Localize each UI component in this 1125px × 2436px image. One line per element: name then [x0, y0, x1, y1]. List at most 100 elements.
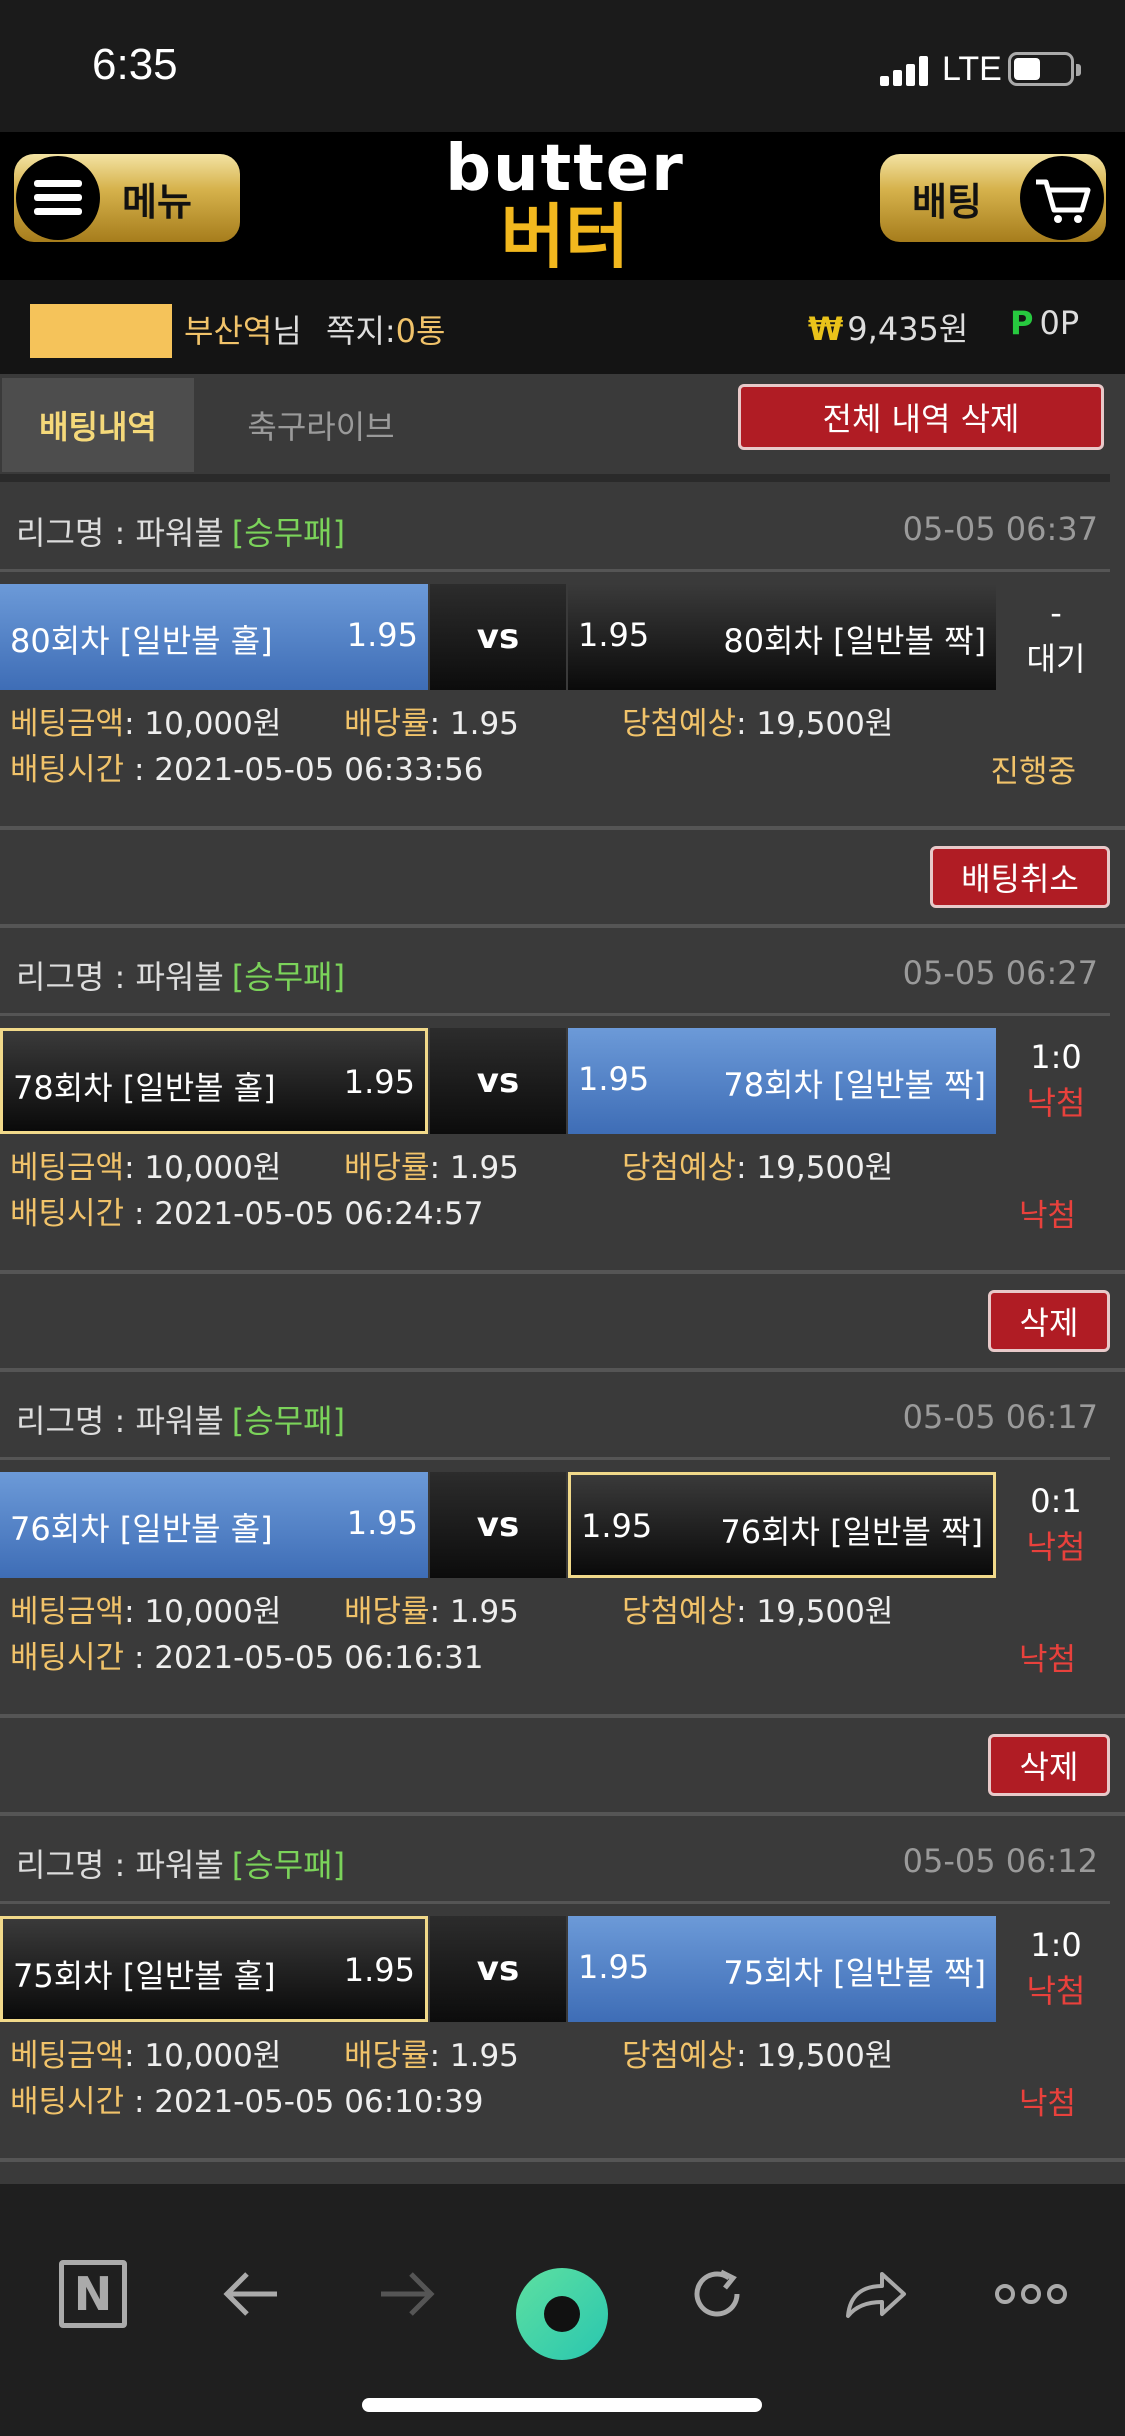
logo[interactable]: butter 버터	[420, 136, 710, 276]
home-pick: 78회차 [일반볼 홀] 1.95	[0, 1028, 428, 1134]
clock: 6:35	[92, 40, 178, 89]
result-cell: 1:0 낙첨	[996, 1916, 1116, 2022]
bet-info: 베팅금액: 10,000원 배당률: 1.95 당첨예상: 19,500원 배팅…	[10, 1594, 1076, 1678]
reload-button[interactable]	[672, 2254, 762, 2334]
bet-card: 리그명 : 파워볼 [승무패] 05-05 06:12 75회차 [일반볼 홀] 1…	[0, 1816, 1125, 2162]
league-row: 리그명 : 파워볼 [승무패] 05-05 06:37	[0, 484, 1110, 572]
share-icon	[846, 2272, 906, 2318]
hamburger-icon	[16, 156, 100, 240]
home-pick: 80회차 [일반볼 홀] 1.95	[0, 584, 428, 690]
vs-label: vs	[430, 584, 566, 690]
result-cell: 1:0 낙첨	[996, 1028, 1116, 1134]
cancel-bet-button[interactable]: 배팅취소	[930, 846, 1110, 908]
league-name: 파워볼	[135, 514, 224, 552]
vs-label: vs	[430, 1916, 566, 2022]
status-bar: 6:35 LTE	[0, 0, 1125, 132]
game-datetime: 05-05 06:37	[902, 510, 1098, 548]
league-row: 리그명 : 파워볼 [승무패] 05-05 06:27	[0, 928, 1110, 1016]
action-bar: 삭제	[0, 1274, 1125, 1372]
away-pick: 1.95 80회차 [일반볼 짝]	[568, 584, 996, 690]
bet-status: 낙첨	[1018, 1642, 1076, 1678]
forward-button[interactable]	[362, 2254, 452, 2334]
game-datetime: 05-05 06:17	[902, 1398, 1098, 1436]
bet-type: [승무패]	[231, 514, 346, 552]
green-dot-button[interactable]	[516, 2268, 608, 2360]
won-icon: ₩	[808, 310, 844, 348]
forward-arrow-icon	[381, 2272, 435, 2316]
battery-icon	[1008, 52, 1081, 86]
league-name: 파워볼	[135, 1846, 224, 1884]
more-icon	[995, 2284, 1067, 2304]
naver-home-button[interactable]: N	[48, 2254, 138, 2334]
result-status: 낙첨	[1026, 1084, 1086, 1122]
bet-status: 진행중	[990, 754, 1076, 790]
game-datetime: 05-05 06:27	[902, 954, 1098, 992]
result-status: 낙첨	[1026, 1528, 1086, 1566]
vs-label: vs	[430, 1028, 566, 1134]
logo-en: butter	[445, 132, 685, 206]
result-cell: - 대기	[996, 584, 1116, 690]
bet-card: 리그명 : 파워볼 [승무패] 05-05 06:37 80회차 [일반볼 홀] 1…	[0, 484, 1125, 830]
bet-status: 낙첨	[1018, 1198, 1076, 1234]
delete-button[interactable]: 삭제	[988, 1734, 1110, 1796]
bet-card: 리그명 : 파워볼 [승무패] 05-05 06:27 78회차 [일반볼 홀] 1…	[0, 928, 1125, 1274]
bet-type: [승무패]	[231, 1846, 346, 1884]
home-indicator[interactable]	[362, 2398, 762, 2412]
point-icon: P	[1010, 304, 1034, 342]
bet-type: [승무패]	[231, 1402, 346, 1440]
divider	[0, 474, 1110, 482]
menu-button[interactable]: 메뉴	[14, 154, 240, 242]
league-name: 파워볼	[135, 1402, 224, 1440]
result-cell: 0:1 낙첨	[996, 1472, 1116, 1578]
delete-button[interactable]: 삭제	[988, 1290, 1110, 1352]
naver-icon: N	[59, 2260, 127, 2328]
memo-link[interactable]: 쪽지:0통	[326, 306, 445, 352]
balance: ₩9,435원	[808, 310, 969, 348]
action-bar: 배팅취소	[0, 830, 1125, 928]
cart-icon	[1020, 156, 1104, 240]
league-row: 리그명 : 파워볼 [승무패] 05-05 06:12	[0, 1816, 1110, 1904]
score: 1:0	[1030, 1926, 1082, 1964]
delete-all-button[interactable]: 전체 내역 삭제	[738, 384, 1104, 450]
network-label: LTE	[942, 50, 1002, 88]
score: 0:1	[1030, 1482, 1082, 1520]
divider	[0, 2158, 1125, 2162]
home-pick: 75회차 [일반볼 홀] 1.95	[0, 1916, 428, 2022]
league-row: 리그명 : 파워볼 [승무패] 05-05 06:17	[0, 1372, 1110, 1460]
app-header: 메뉴 butter 버터 배팅	[0, 132, 1125, 280]
away-pick: 1.95 75회차 [일반볼 짝]	[568, 1916, 996, 2022]
user-bar: 부산역님 쪽지:0통 ₩9,435원 P 0P	[0, 280, 1125, 374]
game-datetime: 05-05 06:12	[902, 1842, 1098, 1880]
back-button[interactable]	[206, 2254, 296, 2334]
tab-bet-history[interactable]: 배팅내역	[2, 378, 194, 472]
away-pick: 1.95 78회차 [일반볼 짝]	[568, 1028, 996, 1134]
more-button[interactable]	[986, 2254, 1076, 2334]
score: -	[1050, 594, 1062, 632]
bet-info: 베팅금액: 10,000원 배당률: 1.95 당첨예상: 19,500원 배팅…	[10, 2038, 1076, 2122]
bet-type: [승무패]	[231, 958, 346, 996]
user-name: 부산역님	[184, 312, 302, 350]
logo-ko: 버터	[500, 196, 630, 278]
back-arrow-icon	[223, 2272, 277, 2316]
vs-label: vs	[430, 1472, 566, 1578]
action-bar: 삭제	[0, 1718, 1125, 1816]
home-pick: 76회차 [일반볼 홀] 1.95	[0, 1472, 428, 1578]
menu-label: 메뉴	[122, 179, 192, 224]
betslip-label: 배팅	[912, 179, 982, 224]
betslip-button[interactable]: 배팅	[880, 154, 1106, 242]
user-level-badge	[30, 304, 172, 358]
league-name: 파워볼	[135, 958, 224, 996]
reload-icon	[694, 2269, 740, 2317]
bet-card: 리그명 : 파워볼 [승무패] 05-05 06:17 76회차 [일반볼 홀] 1…	[0, 1372, 1125, 1718]
tab-bar: 배팅내역 축구라이브 전체 내역 삭제	[0, 374, 1125, 474]
points: P 0P	[1010, 304, 1080, 342]
signal-icon	[880, 56, 928, 86]
result-status: 낙첨	[1026, 1972, 1086, 2010]
bet-info: 베팅금액: 10,000원 배당률: 1.95 당첨예상: 19,500원 배팅…	[10, 706, 1076, 790]
away-pick: 1.95 76회차 [일반볼 짝]	[568, 1472, 996, 1578]
score: 1:0	[1030, 1038, 1082, 1076]
share-button[interactable]	[830, 2254, 920, 2334]
bet-info: 베팅금액: 10,000원 배당률: 1.95 당첨예상: 19,500원 배팅…	[10, 1150, 1076, 1234]
tab-soccer-live[interactable]: 축구라이브	[210, 378, 432, 472]
result-status: 대기	[1026, 640, 1086, 678]
